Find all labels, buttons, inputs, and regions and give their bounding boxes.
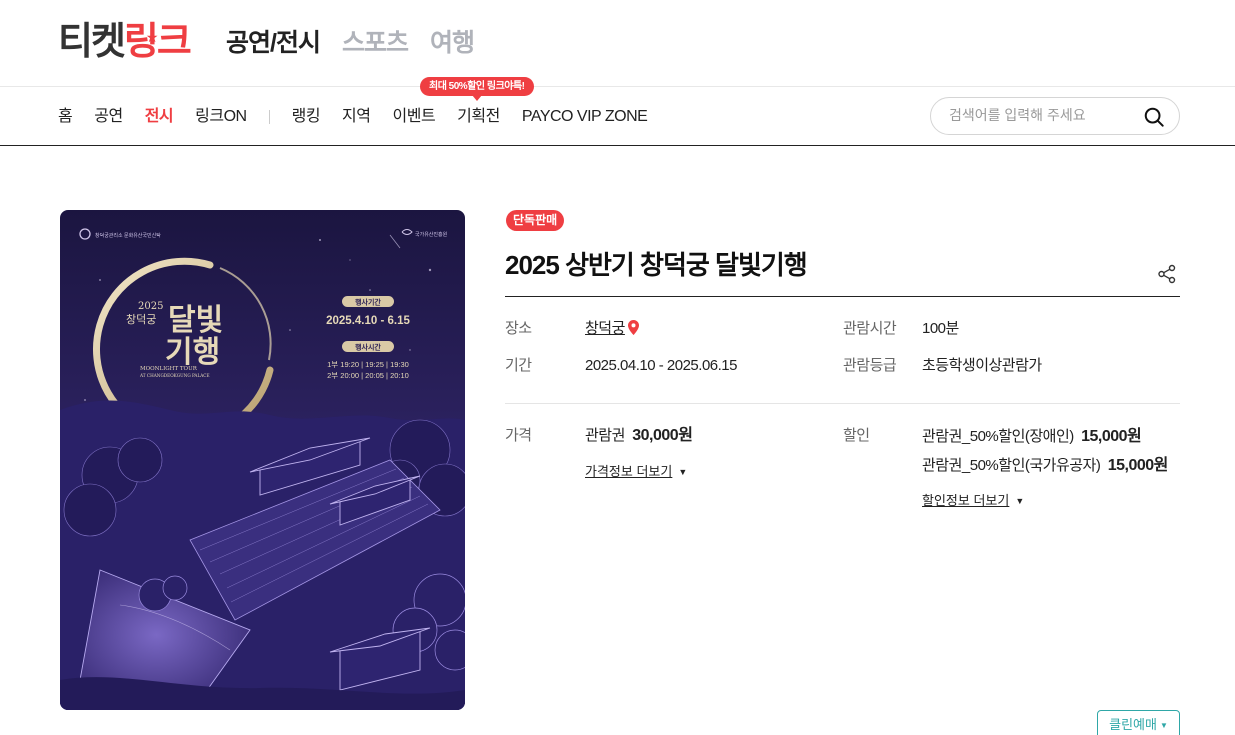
product-title: 2025 상반기 창덕궁 달빛기행: [505, 250, 808, 280]
logo-text-part1: 티켓: [58, 21, 126, 63]
category-tabs: 공연/전시 스포츠 여행: [226, 26, 475, 60]
event-poster: 2025 창덕궁 달빛 기행 MOONLIGHT TOUR AT CHANGDE…: [60, 210, 465, 710]
discount-row: 관람권_50%할인(국가유공자) 15,000원: [922, 455, 1168, 477]
poster-subtitle: 창덕궁: [126, 313, 156, 326]
poster-year: 2025: [138, 301, 163, 312]
poster-title-line2: 기행: [165, 335, 220, 370]
tab-sports[interactable]: 스포츠: [342, 26, 409, 60]
promo-bubble[interactable]: 최대 50%할인 링크야특!: [420, 77, 534, 101]
nav-divider: [268, 110, 270, 124]
caret-down-icon: ▼: [1015, 496, 1025, 506]
nav-item-exhibition[interactable]: 전시: [145, 106, 174, 128]
period-label: 기간: [505, 357, 532, 374]
discount-item-name: 관람권_50%할인(장애인): [922, 428, 1074, 445]
venue-value: 창덕궁: [585, 318, 639, 340]
tab-performance-exhibition[interactable]: 공연/전시: [226, 26, 321, 60]
search-box: [930, 97, 1180, 135]
discount-item-price: 15,000원: [1107, 457, 1169, 474]
discount-more-button[interactable]: 할인정보 더보기 ▼: [922, 491, 1024, 511]
poster-title-line1: 달빛: [168, 303, 223, 338]
poster-artwork: 2025 창덕궁 달빛 기행 MOONLIGHT TOUR AT CHANGDE…: [60, 210, 465, 710]
nav-item-event[interactable]: 이벤트: [393, 106, 436, 128]
poster-time-label: 행사시간: [355, 343, 381, 352]
price-label: 가격: [505, 427, 532, 444]
logo-text-part2: ★ 링크: [124, 21, 192, 63]
price-more-button[interactable]: 가격정보 더보기 ▼: [585, 462, 687, 482]
main-nav: 홈 공연 전시 링크ON 랭킹 지역 이벤트 기획전 PAYCO VIP ZON…: [0, 77, 1235, 146]
nav-item-special[interactable]: 기획전: [457, 106, 500, 128]
poster-time-row1: 1부 19:20 | 19:25 | 19:30: [327, 360, 409, 369]
price-more-label: 가격정보 더보기: [585, 464, 673, 479]
runtime-label: 관람시간: [843, 320, 897, 337]
poster-english-line1: MOONLIGHT TOUR: [140, 366, 198, 372]
discount-row: 관람권_50%할인(장애인) 15,000원: [922, 426, 1142, 448]
poster-time-row2: 2부 20:00 | 20:05 | 20:10: [327, 371, 409, 380]
poster-org-left: 창덕궁관리소 문화유산국민신탁: [95, 232, 161, 239]
nav-item-payco-vip[interactable]: PAYCO VIP ZONE: [522, 106, 648, 128]
share-icon[interactable]: [1157, 264, 1177, 284]
venue-label: 장소: [505, 320, 532, 337]
discount-item-price: 15,000원: [1081, 428, 1142, 445]
poster-org-right: 국가유산진흥원: [415, 231, 448, 238]
caret-down-icon: ▼: [1159, 721, 1168, 730]
search-input[interactable]: [949, 107, 1139, 123]
ticketlink-logo[interactable]: 티켓 ★ 링크: [58, 20, 192, 64]
period-value: 2025.04.10 - 2025.06.15: [585, 357, 737, 374]
clean-booking-label: 클린예매: [1109, 717, 1157, 732]
nav-item-home[interactable]: 홈: [58, 106, 73, 128]
runtime-value: 100분: [922, 320, 959, 337]
title-divider: [505, 296, 1180, 297]
discount-more-label: 할인정보 더보기: [922, 493, 1010, 508]
discount-label: 할인: [843, 427, 870, 444]
nav-item-performance[interactable]: 공연: [94, 106, 123, 128]
rating-label: 관람등급: [843, 357, 897, 374]
rating-value: 초등학생이상관람가: [922, 357, 1042, 374]
poster-english-line2: AT CHANGDEOKGUNG PALACE: [139, 373, 210, 378]
venue-link[interactable]: 창덕궁: [585, 320, 625, 337]
poster-period-value: 2025.4.10 - 6.15: [326, 315, 410, 327]
exclusive-sale-badge: 단독판매: [506, 210, 565, 231]
price-item-name: 관람권: [585, 427, 625, 444]
tab-travel[interactable]: 여행: [430, 26, 475, 60]
discount-item-name: 관람권_50%할인(국가유공자): [922, 457, 1101, 474]
nav-items: 홈 공연 전시 링크ON 랭킹 지역 이벤트 기획전 PAYCO VIP ZON…: [58, 106, 669, 128]
price-item-amount: 30,000원: [632, 427, 693, 444]
nav-item-ranking[interactable]: 랭킹: [292, 106, 321, 128]
location-pin-icon[interactable]: [627, 320, 639, 335]
caret-down-icon: ▼: [678, 467, 688, 477]
clean-booking-button[interactable]: 클린예매 ▼: [1097, 710, 1180, 735]
top-header: 티켓 ★ 링크 공연/전시 스포츠 여행: [0, 0, 1235, 87]
info-divider: [505, 403, 1180, 404]
nav-item-link-on[interactable]: 링크ON: [195, 106, 247, 128]
nav-item-region[interactable]: 지역: [342, 106, 371, 128]
logo-star-icon: ★: [145, 29, 159, 45]
search-icon[interactable]: [1143, 106, 1165, 128]
price-row: 관람권 30,000원: [585, 425, 693, 447]
poster-period-label: 행사기간: [355, 298, 381, 307]
